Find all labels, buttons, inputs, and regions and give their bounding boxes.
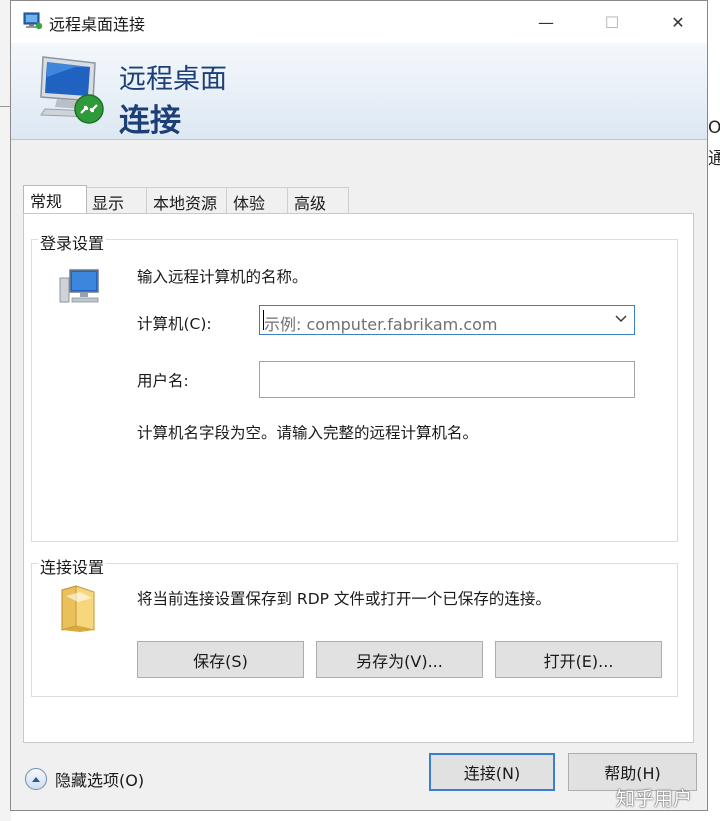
tab-display[interactable]: 显示 [85,187,147,213]
window-title: 远程桌面连接 [49,15,146,34]
username-field[interactable] [259,361,635,398]
general-tab-panel: 登录设置 输入远程计算机的名称。 计算机(C): 示例: computer.fa… [23,213,694,743]
remote-desktop-window: 远程桌面连接 — ☐ ✕ 远程桌面 连接 常规 显示 本地资源 体验 高级 登录… [10,0,708,811]
tab-local-resources[interactable]: 本地资源 [146,187,227,213]
username-input[interactable] [260,362,634,397]
banner-title-line1: 远程桌面 [119,64,227,95]
computer-placeholder: 示例: computer.fabrikam.com [264,315,498,334]
banner-title-line2: 连接 [119,103,181,139]
remote-desktop-icon [23,12,43,30]
minimize-icon: — [538,12,554,32]
header-banner: 远程桌面 连接 [11,43,707,140]
connection-settings-title: 连接设置 [38,554,107,578]
close-button[interactable]: ✕ [655,1,701,43]
title-bar[interactable]: 远程桌面连接 — ☐ ✕ [11,1,707,43]
maximize-button[interactable]: ☐ [589,1,635,43]
open-button[interactable]: 打开(E)... [495,641,662,678]
hide-options-toggle[interactable]: 隐藏选项(O) [25,767,144,791]
login-prompt: 输入远程计算机的名称。 [137,268,308,286]
save-button[interactable]: 保存(S) [137,641,304,678]
computer-combobox[interactable]: 示例: computer.fabrikam.com [259,305,635,335]
remote-desktop-large-icon [40,56,104,124]
computer-label: 计算机(C): [137,315,212,333]
maximize-icon: ☐ [604,12,620,32]
close-icon: ✕ [671,12,685,32]
chevron-down-icon[interactable] [614,311,628,325]
tab-advanced[interactable]: 高级 [287,187,349,213]
username-label: 用户名: [137,372,189,390]
connect-button[interactable]: 连接(N) [429,753,555,791]
chevron-up-icon [25,768,47,790]
connection-description: 将当前连接设置保存到 RDP 文件或打开一个已保存的连接。 [137,590,551,608]
background-fragment: 通 [708,149,720,169]
tab-general[interactable]: 常规 [23,185,87,213]
background-right: O 通 [708,0,720,821]
computer-hint: 计算机名字段为空。请输入完整的远程计算机名。 [137,424,479,442]
computer-icon [59,269,99,303]
watermark: 知乎用户 [616,788,693,810]
background-fragment: O [708,118,720,138]
save-as-button[interactable]: 另存为(V)... [316,641,483,678]
login-settings-group: 登录设置 输入远程计算机的名称。 计算机(C): 示例: computer.fa… [31,230,678,542]
minimize-button[interactable]: — [523,1,569,43]
login-settings-title: 登录设置 [38,230,107,254]
hide-options-label: 隐藏选项(O) [55,771,145,790]
tab-experience[interactable]: 体验 [226,187,288,213]
folder-icon [61,585,95,632]
connection-settings-group: 连接设置 将当前连接设置保存到 RDP 文件或打开一个已保存的连接。 保存(S)… [31,554,678,697]
